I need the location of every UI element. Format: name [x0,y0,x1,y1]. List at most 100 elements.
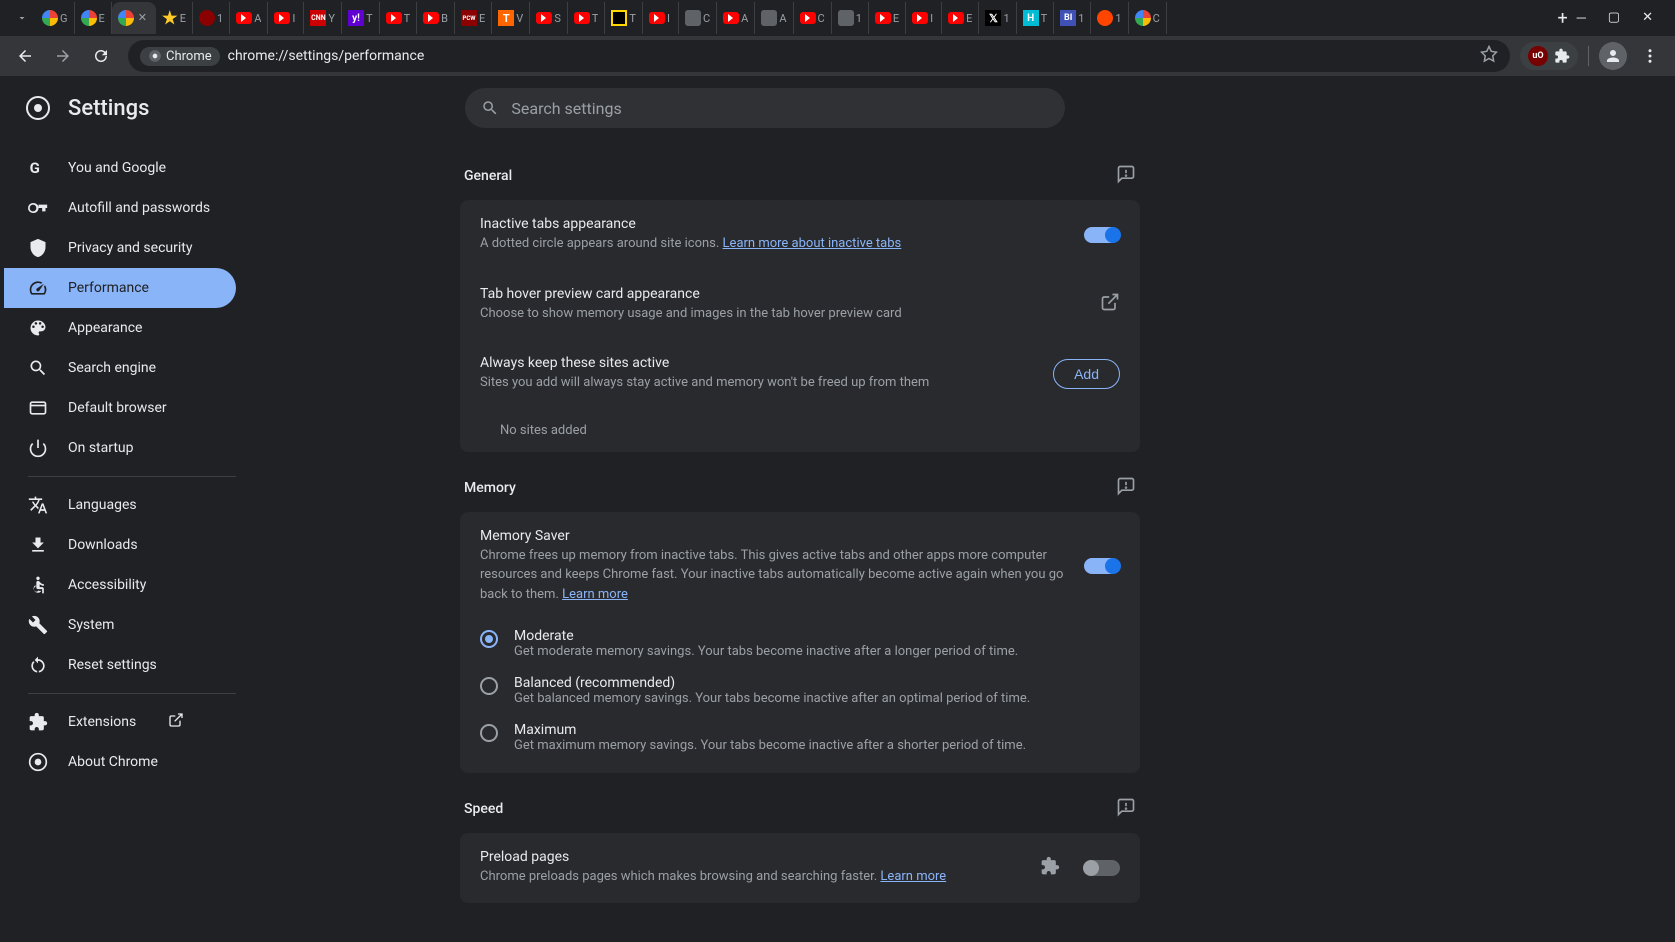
close-button[interactable]: ✕ [1642,10,1653,26]
sidebar-item-search-engine[interactable]: Search engine [4,348,236,388]
sidebar-item-default-browser[interactable]: Default browser [4,388,236,428]
speed-icon [28,278,48,298]
no-sites-text: No sites added [460,409,1140,452]
radio-button[interactable] [480,724,498,742]
memory-option-moderate[interactable]: ModerateGet moderate memory savings. You… [460,620,1140,667]
browser-tab[interactable]: A [717,2,755,34]
browser-tab[interactable]: 1 [193,2,230,34]
extensions-pill[interactable]: uO [1520,42,1578,70]
memory-saver-toggle[interactable] [1084,558,1120,574]
sidebar-item-label: System [68,617,114,633]
tab-label: 1 [1003,12,1009,25]
tab-label: B [441,12,448,25]
browser-tab[interactable]: I [643,2,679,34]
maximize-button[interactable]: ▢ [1608,10,1620,26]
row-title: Inactive tabs appearance [480,216,1068,232]
tab-favicon-icon [948,10,964,26]
browser-tab[interactable]: 1 [832,2,869,34]
browser-tab[interactable]: A [230,2,268,34]
minimize-button[interactable]: ─ [1577,10,1586,26]
preload-toggle[interactable] [1084,860,1120,876]
sidebar-item-privacy-and-security[interactable]: Privacy and security [4,228,236,268]
tab-favicon-icon [423,10,439,26]
site-chip[interactable]: Chrome [140,47,220,66]
tabs-dropdown-button[interactable] [8,4,36,32]
browser-tab[interactable]: PCWE [455,2,492,34]
sidebar-item-downloads[interactable]: Downloads [4,525,236,565]
browser-tab[interactable]: C [679,2,717,34]
row-sub: Chrome frees up memory from inactive tab… [480,546,1068,605]
sidebar-item-autofill-and-passwords[interactable]: Autofill and passwords [4,188,236,228]
learn-more-link[interactable]: Learn more [880,869,946,884]
learn-more-link[interactable]: Learn more [562,587,628,602]
person-icon [1604,47,1622,65]
sidebar-item-you-and-google[interactable]: GYou and Google [4,148,236,188]
browser-tab[interactable]: C [794,2,832,34]
menu-button[interactable] [1633,39,1667,73]
browser-tab[interactable]: T [380,2,418,34]
sidebar-item-performance[interactable]: Performance [4,268,236,308]
profile-button[interactable] [1599,42,1627,70]
bookmark-button[interactable] [1480,45,1498,67]
sidebar-item-reset-settings[interactable]: Reset settings [4,645,236,685]
tab-close-button[interactable]: ✕ [138,11,152,25]
memory-option-maximum[interactable]: MaximumGet maximum memory savings. Your … [460,714,1140,761]
hover-preview-row[interactable]: Tab hover preview card appearance Choose… [460,270,1140,340]
browser-tab[interactable]: T [605,2,643,34]
feedback-button[interactable] [1116,164,1136,188]
sidebar-item-extensions[interactable]: Extensions [4,702,236,742]
browser-tab[interactable]: BI1 [1054,2,1091,34]
browser-tab[interactable]: TV [492,2,530,34]
browser-tab[interactable]: B [417,2,455,34]
browser-tab[interactable]: y!T [342,2,380,34]
tab-favicon-icon [199,10,215,26]
open-in-new-icon [1100,292,1120,316]
browser-tab[interactable]: E [75,2,112,34]
sidebar-item-label: Search engine [68,360,156,376]
sidebar-item-languages[interactable]: Languages [4,485,236,525]
chrome-icon [148,49,162,63]
reload-button[interactable] [84,39,118,73]
browser-tab[interactable]: E [156,2,193,34]
back-button[interactable] [8,39,42,73]
browser-tab[interactable]: I [268,2,304,34]
browser-tab[interactable]: I [906,2,942,34]
new-tab-button[interactable]: + [1549,4,1577,32]
browser-tab[interactable]: S [530,2,568,34]
browser-tab[interactable]: HT [1017,2,1055,34]
sidebar-item-system[interactable]: System [4,605,236,645]
browser-tab[interactable]: E [942,2,979,34]
sidebar-item-on-startup[interactable]: On startup [4,428,236,468]
tab-label: E [893,12,899,25]
search-settings-input[interactable]: Search settings [465,88,1065,128]
learn-more-link[interactable]: Learn more about inactive tabs [723,236,902,251]
tab-label: A [779,12,786,25]
browser-tab[interactable]: CNNY [304,2,342,34]
feedback-button[interactable] [1116,797,1136,821]
radio-button[interactable] [480,630,498,648]
power-icon [28,438,48,458]
address-bar[interactable]: Chrome chrome://settings/performance [128,40,1510,72]
browser-tab[interactable]: E [869,2,906,34]
sidebar-item-appearance[interactable]: Appearance [4,308,236,348]
browser-tab[interactable]: 𝕏1 [979,2,1016,34]
browser-tab[interactable]: G [36,2,75,34]
sidebar-item-label: Appearance [68,320,142,336]
sidebar-item-accessibility[interactable]: Accessibility [4,565,236,605]
row-title: Tab hover preview card appearance [480,286,1084,302]
browser-tab[interactable]: 1 [1091,2,1128,34]
inactive-tabs-toggle[interactable] [1084,227,1120,243]
add-site-button[interactable]: Add [1053,359,1120,389]
page-title: Settings [68,96,149,121]
forward-button[interactable] [46,39,80,73]
inactive-tabs-row: Inactive tabs appearance A dotted circle… [460,200,1140,270]
browser-tab[interactable]: T [568,2,606,34]
feedback-button[interactable] [1116,476,1136,500]
sidebar-item-label: Default browser [68,400,167,416]
browser-tab[interactable]: C [1129,2,1167,34]
memory-option-balanced[interactable]: Balanced (recommended)Get balanced memor… [460,667,1140,714]
browser-tab[interactable]: A [755,2,793,34]
browser-tab[interactable]: S✕ [112,2,156,34]
radio-button[interactable] [480,677,498,695]
sidebar-item-about-chrome[interactable]: About Chrome [4,742,236,782]
